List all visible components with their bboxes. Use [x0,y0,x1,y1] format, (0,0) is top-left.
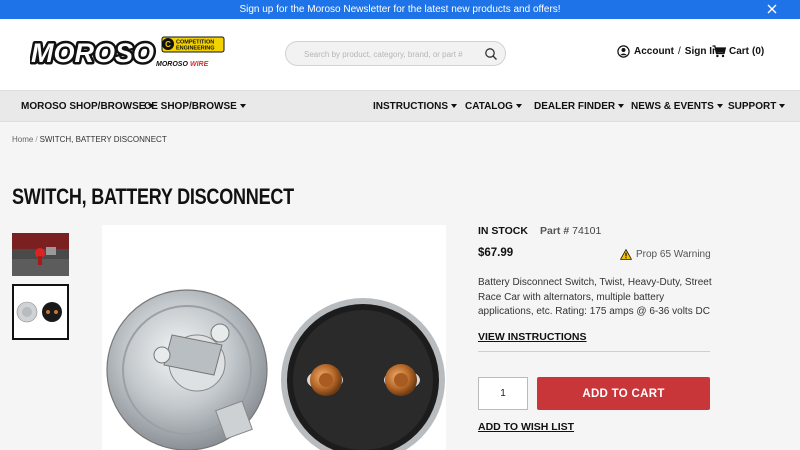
product-price: $67.99 [478,247,514,259]
part-number-label: Part # [540,225,570,237]
search-icon[interactable] [484,47,498,61]
account-link[interactable]: Account / Sign In [617,45,718,58]
nav-catalog[interactable]: CATALOG [465,101,522,112]
nav-ce-shop-label: CE SHOP/BROWSE [144,101,237,112]
account-separator: / [678,46,681,57]
breadcrumb-home[interactable]: Home [12,135,33,144]
cart-count: (0) [752,46,765,57]
promo-banner: Sign up for the Moroso Newsletter for th… [0,0,800,19]
wire-logo-right: WIRE [190,61,209,68]
prop65-warning-link[interactable]: Prop 65 Warning [620,249,711,260]
main-product-image[interactable] [102,225,446,450]
cart-label: Cart [729,46,750,57]
cart-link[interactable]: Cart (0) [712,45,764,58]
cart-icon [712,45,726,58]
view-instructions-link[interactable]: VIEW INSTRUCTIONS [478,331,587,343]
nav-instructions[interactable]: INSTRUCTIONS [373,101,457,112]
warning-icon [620,249,632,260]
caret-down-icon [451,104,457,108]
nav-dealer-finder[interactable]: DEALER FINDER [534,101,625,112]
product-thumbnail-1[interactable] [12,233,69,276]
quantity-input[interactable] [478,377,528,410]
user-icon [617,45,630,58]
divider [478,351,710,352]
nav-moroso-shop[interactable]: MOROSO SHOP/BROWSE [21,101,155,112]
nav-ce-shop[interactable]: CE SHOP/BROWSE [144,101,246,112]
site-header: MOROSO MOROSO C COMPETITION ENGINEERING … [0,19,800,90]
search-bar [285,41,506,66]
page-title: SWITCH, BATTERY DISCONNECT [12,184,294,209]
nav-moroso-shop-label: MOROSO SHOP/BROWSE [21,101,146,112]
prop65-label: Prop 65 Warning [636,249,711,260]
breadcrumb-separator: / [35,135,38,144]
breadcrumb-current: SWITCH, BATTERY DISCONNECT [39,135,167,144]
account-label[interactable]: Account [634,46,674,57]
part-number: Part # 74101 [540,225,601,237]
caret-down-icon [716,104,723,108]
search-input[interactable] [304,47,474,61]
stock-status: IN STOCK [478,225,528,237]
promo-text[interactable]: Sign up for the Moroso Newsletter for th… [0,4,800,15]
nav-news-events-label: NEWS & EVENTS [631,101,714,112]
caret-down-icon [779,104,786,108]
product-description: Battery Disconnect Switch, Twist, Heavy-… [478,277,712,317]
svg-text:C: C [165,40,171,49]
ce-logo-bottom: ENGINEERING [176,46,215,52]
main-nav: MOROSO SHOP/BROWSE CE SHOP/BROWSE INSTRU… [0,90,800,122]
close-icon[interactable] [766,3,778,15]
nav-news-events[interactable]: NEWS & EVENTS [631,101,723,112]
nav-support-label: SUPPORT [728,101,777,112]
nav-support[interactable]: SUPPORT [728,101,786,112]
product-thumbnail-2[interactable] [12,284,69,340]
add-to-cart-button[interactable]: ADD TO CART [537,377,710,410]
moroso-logo[interactable]: MOROSO MOROSO C COMPETITION ENGINEERING … [30,35,226,71]
caret-down-icon [239,104,246,108]
add-to-wish-list-link[interactable]: ADD TO WISH LIST [478,421,574,433]
caret-down-icon [515,104,522,108]
nav-dealer-finder-label: DEALER FINDER [534,101,616,112]
nav-instructions-label: INSTRUCTIONS [373,101,448,112]
caret-down-icon [618,104,625,108]
nav-catalog-label: CATALOG [465,101,513,112]
moroso-logo-text-fill: MOROSO [31,38,154,68]
wire-logo-left: MOROSO [156,61,188,68]
breadcrumb: Home / SWITCH, BATTERY DISCONNECT [12,135,167,144]
part-number-value: 74101 [572,225,602,237]
